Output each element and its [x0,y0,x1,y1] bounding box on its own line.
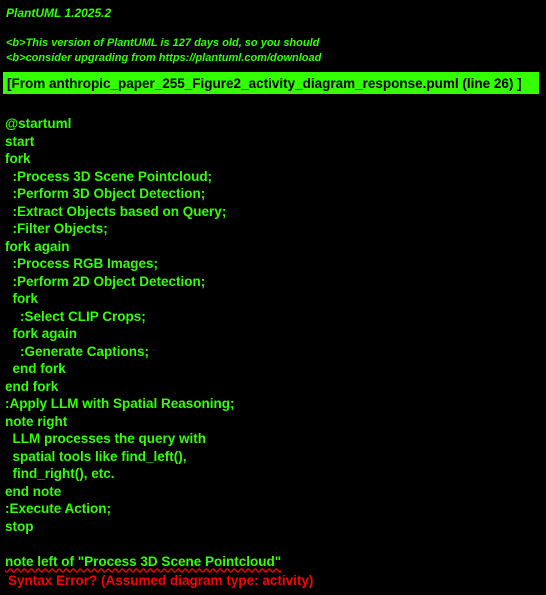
upgrade-warning-line-1: <b>This version of PlantUML is 127 days … [6,37,320,49]
plantuml-error-screen: { "header": { "version": "PlantUML 1.202… [0,0,546,595]
source-line: fork [5,291,39,306]
source-line: LLM processes the query with [5,431,207,446]
source-line: :Apply LLM with Spatial Reasoning; [5,396,235,411]
source-line: :Perform 2D Object Detection; [5,273,206,289]
source-line: spatial tools like find_left(), [5,448,187,464]
source-line: end note [5,483,62,499]
source-line: :Process 3D Scene Pointcloud; [5,168,213,184]
source-line: find_right(), etc. [5,466,115,481]
source-line: stop [5,518,34,534]
syntax-error-message: Syntax Error? (Assumed diagram type: act… [8,573,314,588]
source-line: fork [5,151,31,166]
source-line: :Process RGB Images; [5,256,159,271]
source-line: end fork [5,378,59,394]
error-source-text: note left of "Process 3D Scene Pointclou… [5,553,282,569]
source-file-banner: [From anthropic_paper_255_Figure2_activi… [3,72,539,94]
source-line [5,535,281,553]
source-line-error: note left of "Process 3D Scene Pointclou… [5,553,281,571]
upgrade-warning-line-2: <b>consider upgrading from https://plant… [6,52,322,64]
source-line: :Select CLIP Crops; [5,308,146,324]
source-line: @startuml [5,116,72,131]
source-line: end fork [5,361,66,376]
source-line: :Extract Objects based on Query; [5,203,227,219]
source-line: fork again [5,326,78,341]
source-line: :Execute Action; [5,501,112,516]
source-code-block: @startuml start fork :Process 3D Scene P… [5,115,281,570]
source-line: note right [5,413,68,429]
source-line: start [5,133,35,149]
source-line: fork again [5,238,70,254]
plantuml-version: PlantUML 1.2025.2 [6,6,112,20]
source-line: :Perform 3D Object Detection; [5,186,206,201]
source-line: :Generate Captions; [5,343,150,359]
source-line: :Filter Objects; [5,221,108,236]
